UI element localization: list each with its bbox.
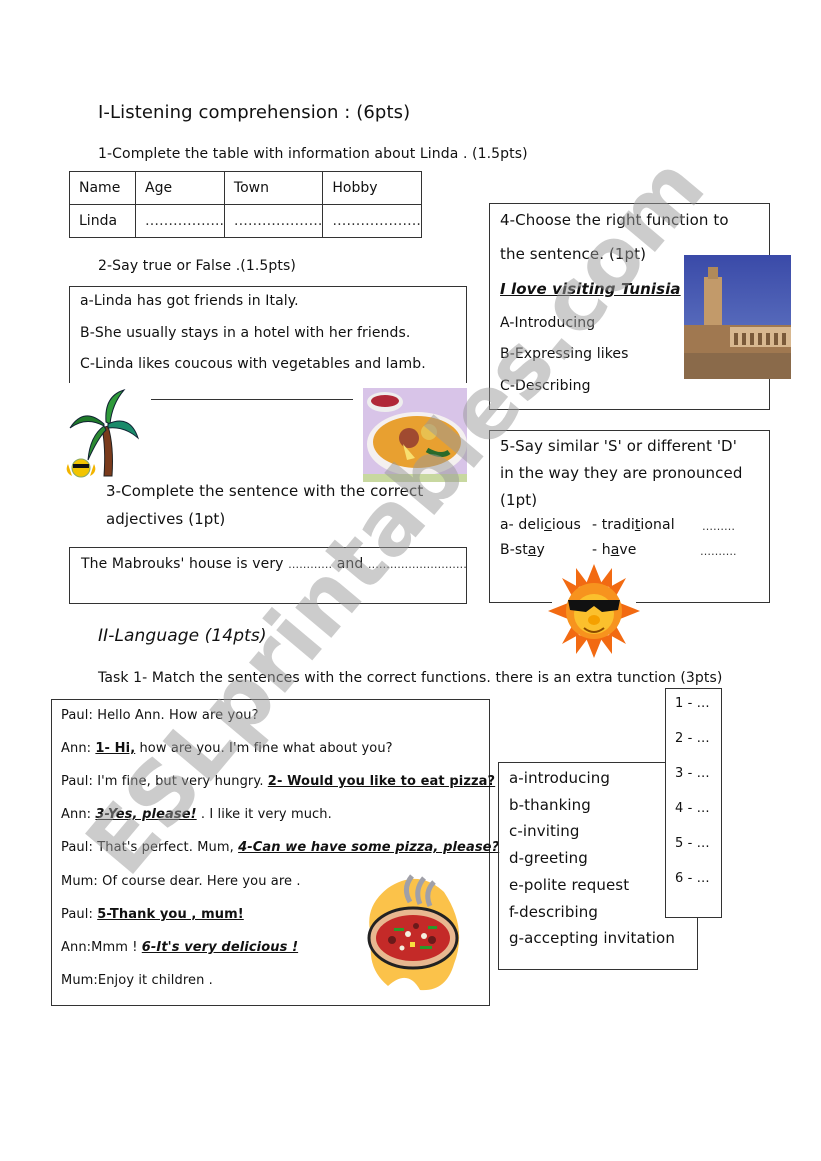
dialog-speaker: Paul: bbox=[61, 907, 98, 922]
function-option[interactable]: f-describing bbox=[509, 904, 598, 920]
q5-instruction-line1: 5-Say similar 'S' or different 'D' bbox=[500, 437, 737, 455]
table-header-age: Age bbox=[135, 171, 225, 205]
q5-answer-blank-a[interactable]: ……… bbox=[702, 521, 735, 532]
adjective-blank-2[interactable]: ……………………… bbox=[368, 558, 467, 571]
table-header-row: Name Age Town Hobby bbox=[69, 171, 422, 205]
answer-slot[interactable]: 4 - … bbox=[675, 802, 710, 815]
dialog-text: Of course dear. Here you are . bbox=[102, 874, 301, 889]
q2-instruction: 2-Say true or False .(1.5pts) bbox=[98, 258, 296, 274]
function-option[interactable]: g-accepting invitation bbox=[509, 931, 675, 946]
function-option[interactable]: b-thanking bbox=[509, 797, 591, 813]
q5-instruction-line3: (1pt) bbox=[500, 491, 538, 509]
answer-slot[interactable]: 3 - … bbox=[675, 767, 710, 780]
answer-slot[interactable]: 6 - … bbox=[675, 872, 710, 885]
q5-row-a: a- delicious bbox=[500, 518, 581, 532]
dialog-line: Paul: I'm fine, but very hungry. 2- Woul… bbox=[61, 775, 495, 788]
dialog-speaker: Paul: bbox=[61, 840, 98, 855]
adjective-blank-1[interactable]: ………… bbox=[288, 558, 332, 571]
q4-instruction-line1: 4-Choose the right function to bbox=[500, 211, 729, 229]
dialog-text: Hello Ann. How are you? bbox=[97, 708, 259, 723]
dialog-speaker: Paul: bbox=[61, 708, 98, 723]
dialog-speaker: Ann: bbox=[61, 940, 92, 955]
q5-word-traditional: - traditional bbox=[592, 517, 675, 533]
dialog-line: Ann: 1- Hi, how are you. I'm fine what a… bbox=[61, 742, 393, 755]
q3-instruction-line1: 3-Complete the sentence with the correct bbox=[106, 482, 424, 500]
dialog-line: Ann: 3-Yes, please! . I like it very muc… bbox=[61, 808, 332, 821]
dialog-text: how are you. I'm fine what about you? bbox=[135, 741, 393, 756]
dialog-highlighted-sentence: 6-It's very delicious ! bbox=[141, 940, 299, 955]
dialog-speaker: Mum: bbox=[61, 973, 98, 988]
dialog-line: Paul: 5-Thank you , mum! bbox=[61, 908, 244, 921]
sentence-and: and bbox=[336, 556, 364, 572]
function-option[interactable]: c-inviting bbox=[509, 824, 579, 839]
adjectives-sentence: The Mabrouks' house is very ………… and ………… bbox=[81, 557, 467, 571]
tf-statement-a: a-Linda has got friends in Italy. bbox=[80, 293, 299, 309]
dialog-text: Enjoy it children . bbox=[97, 973, 213, 988]
dialog-highlighted-sentence: 1- Hi, bbox=[95, 741, 136, 756]
mosque-photo bbox=[684, 255, 791, 379]
dialog-line: Mum: Of course dear. Here you are . bbox=[61, 875, 301, 888]
answer-slot[interactable]: 1 - … bbox=[675, 697, 710, 710]
answer-slot[interactable]: 2 - … bbox=[675, 732, 710, 745]
q5-answer-blank-b[interactable]: ………. bbox=[700, 546, 737, 557]
q5-word-have: - have bbox=[592, 542, 637, 558]
dialog-text: Mmm ! bbox=[91, 940, 142, 955]
dialog-speaker: Mum: bbox=[61, 874, 103, 889]
table-cell-hobby-blank[interactable]: ………………. bbox=[322, 204, 422, 238]
tf-statement-b: B-She usually stays in a hotel with her … bbox=[80, 325, 411, 341]
divider-line bbox=[151, 399, 353, 400]
dialog-highlighted-sentence: 3-Yes, please! bbox=[95, 807, 197, 822]
sentence-start: The Mabrouks' house is very bbox=[81, 556, 284, 572]
couscous-photo bbox=[363, 388, 467, 482]
task1-instruction: Task 1- Match the sentences with the cor… bbox=[98, 670, 723, 686]
table-header-hobby: Hobby bbox=[322, 171, 422, 205]
q5-word-stay: B-stay bbox=[500, 542, 545, 558]
q5-instruction-line2: in the way they are pronounced bbox=[500, 464, 743, 482]
table-cell-town-blank[interactable]: ………………. bbox=[223, 204, 324, 238]
function-option[interactable]: e-polite request bbox=[509, 877, 629, 893]
dialog-text: . I like it very much. bbox=[196, 807, 332, 822]
q1-instruction: 1-Complete the table with information ab… bbox=[98, 146, 528, 162]
q4-option-b[interactable]: B-Expressing likes bbox=[500, 347, 629, 361]
dialog-speaker: Ann: bbox=[61, 741, 96, 756]
function-option[interactable]: a-introducing bbox=[509, 771, 610, 786]
q4-instruction-line2: the sentence. (1pt) bbox=[500, 245, 647, 263]
section1-title: I-Listening comprehension : (6pts) bbox=[98, 102, 411, 123]
pizza-icon bbox=[367, 874, 460, 991]
q4-option-a[interactable]: A-Introducing bbox=[500, 316, 595, 330]
dialog-line: Mum:Enjoy it children . bbox=[61, 974, 213, 987]
q3-instruction-line2: adjectives (1pt) bbox=[106, 510, 226, 528]
table-header-name: Name bbox=[69, 171, 136, 205]
answer-slot[interactable]: 5 - … bbox=[675, 837, 710, 850]
sun-icon bbox=[548, 564, 640, 658]
dialog-speaker: Ann: bbox=[61, 807, 96, 822]
q4-option-c[interactable]: C-Describing bbox=[500, 379, 591, 393]
dialog-speaker: Paul: bbox=[61, 774, 98, 789]
dialog-line: Paul: That's perfect. Mum, 4-Can we have… bbox=[61, 841, 499, 854]
palm-tree-icon bbox=[66, 389, 140, 478]
q5-word-delicious: a- delicious bbox=[500, 517, 581, 533]
dialog-text: I'm fine, but very hungry. bbox=[97, 774, 268, 789]
table-header-town: Town bbox=[223, 171, 324, 205]
table-cell-name: Linda bbox=[69, 204, 136, 238]
dialog-line: Ann:Mmm ! 6-It's very delicious ! bbox=[61, 941, 298, 954]
dialog-line: Paul: Hello Ann. How are you? bbox=[61, 709, 259, 722]
q4-sentence: I love visiting Tunisia bbox=[500, 280, 681, 298]
linda-info-table: Name Age Town Hobby Linda …………….. ………………… bbox=[69, 171, 422, 238]
tf-statement-c: C-Linda likes coucous with vegetables an… bbox=[80, 356, 426, 372]
dialog-highlighted-sentence: 4-Can we have some pizza, please? bbox=[238, 840, 500, 855]
dialog-highlighted-sentence: 5-Thank you , mum! bbox=[97, 907, 244, 922]
table-cell-age-blank[interactable]: …………….. bbox=[135, 204, 225, 238]
dialog-highlighted-sentence: 2- Would you like to eat pizza? bbox=[267, 774, 496, 789]
dialog-text: That's perfect. Mum, bbox=[97, 840, 239, 855]
function-option[interactable]: d-greeting bbox=[509, 851, 588, 866]
section2-title: II-Language (14pts) bbox=[98, 626, 267, 646]
table-row: Linda …………….. ………………. ………………. bbox=[69, 204, 422, 238]
